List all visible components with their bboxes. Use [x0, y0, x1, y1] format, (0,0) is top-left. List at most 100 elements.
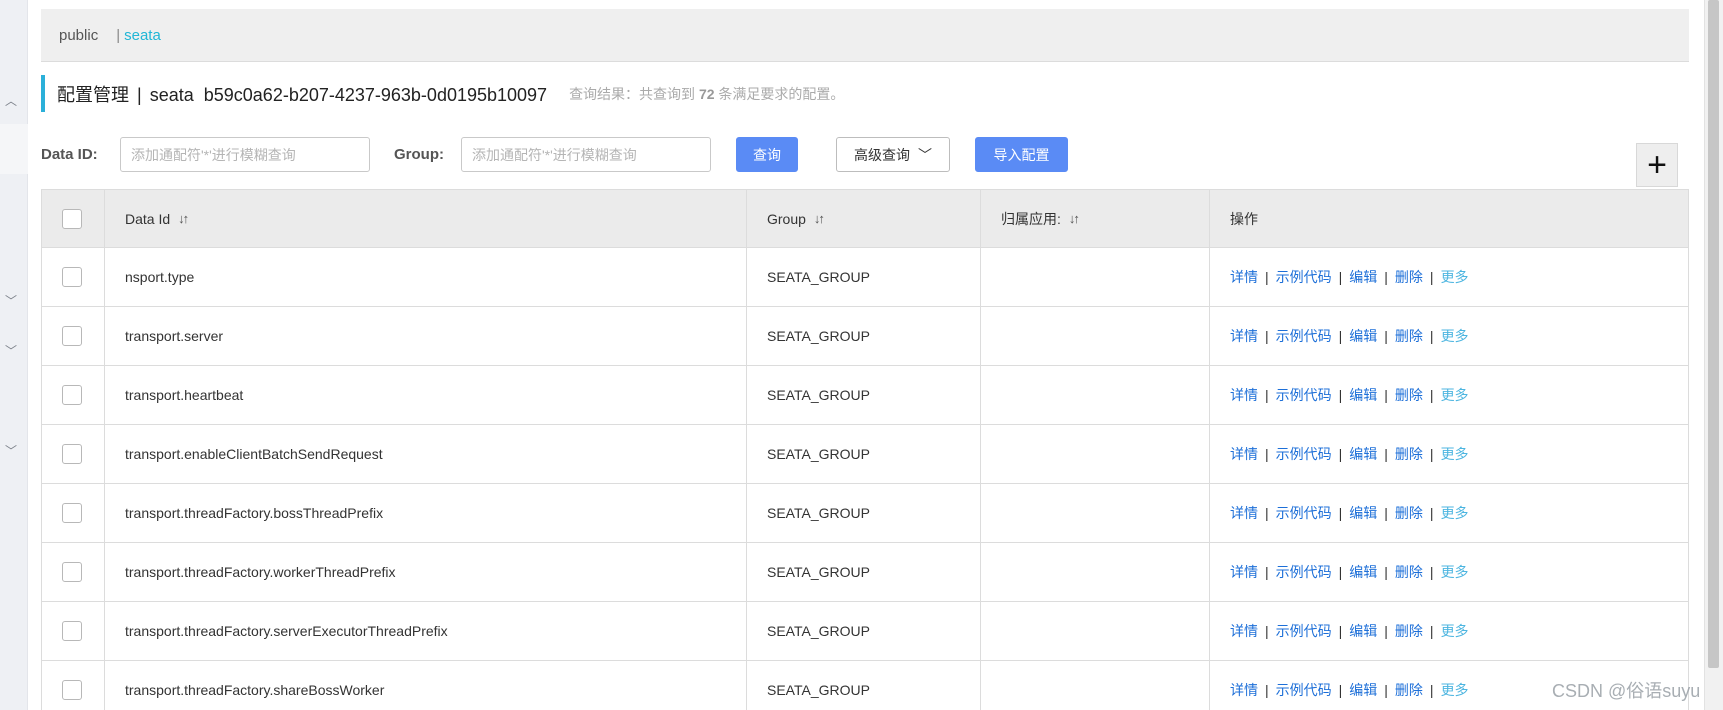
action-separator: | — [1338, 269, 1343, 285]
cell-group: SEATA_GROUP — [747, 543, 981, 601]
more-link[interactable]: 更多 — [1441, 444, 1469, 464]
sample-code-link[interactable]: 示例代码 — [1276, 562, 1332, 582]
row-checkbox[interactable] — [62, 444, 82, 464]
header-select-cell — [42, 190, 105, 247]
edit-link[interactable]: 编辑 — [1349, 385, 1377, 405]
details-link[interactable]: 详情 — [1230, 621, 1258, 641]
header-actions: 操作 — [1210, 190, 1688, 247]
namespace-public[interactable]: public — [59, 27, 98, 44]
advanced-query-label: 高级查询 — [854, 146, 910, 163]
delete-link[interactable]: 删除 — [1395, 267, 1423, 287]
cell-data-id: transport.heartbeat — [105, 366, 747, 424]
data-id-label: Data ID: — [41, 146, 98, 163]
edit-link[interactable]: 编辑 — [1349, 503, 1377, 523]
header-data-id[interactable]: Data Id ↓↑ — [105, 190, 747, 247]
delete-link[interactable]: 删除 — [1395, 680, 1423, 700]
delete-link[interactable]: 删除 — [1395, 503, 1423, 523]
header-actions-label: 操作 — [1230, 210, 1258, 227]
cell-data-id: transport.enableClientBatchSendRequest — [105, 425, 747, 483]
row-checkbox[interactable] — [62, 621, 82, 641]
header-app[interactable]: 归属应用: ↓↑ — [981, 190, 1210, 247]
header-group-label: Group — [767, 210, 806, 227]
row-select-cell — [42, 307, 105, 365]
edit-link[interactable]: 编辑 — [1349, 621, 1377, 641]
search-filters: Data ID: Group: 查询 高级查询 ﹀ 导入配置 — [41, 137, 1701, 173]
header-group[interactable]: Group ↓↑ — [747, 190, 981, 247]
chevron-up-icon[interactable]: ︿ — [4, 93, 18, 108]
query-result-summary: 查询结果：共查询到 72 条满足要求的配置。 — [569, 84, 844, 104]
delete-link[interactable]: 删除 — [1395, 326, 1423, 346]
more-link[interactable]: 更多 — [1441, 267, 1469, 287]
cell-data-id: transport.threadFactory.bossThreadPrefix — [105, 484, 747, 542]
table-row: transport.enableClientBatchSendRequest SE… — [42, 425, 1688, 484]
details-link[interactable]: 详情 — [1230, 385, 1258, 405]
chevron-down-icon[interactable]: ﹀ — [4, 343, 18, 358]
edit-link[interactable]: 编辑 — [1349, 562, 1377, 582]
more-link[interactable]: 更多 — [1441, 385, 1469, 405]
action-separator: | — [1338, 505, 1343, 521]
sample-code-link[interactable]: 示例代码 — [1276, 385, 1332, 405]
sample-code-link[interactable]: 示例代码 — [1276, 503, 1332, 523]
sort-icon[interactable]: ↓↑ — [1069, 211, 1080, 226]
row-checkbox[interactable] — [62, 562, 82, 582]
more-link[interactable]: 更多 — [1441, 621, 1469, 641]
details-link[interactable]: 详情 — [1230, 326, 1258, 346]
more-link[interactable]: 更多 — [1441, 562, 1469, 582]
more-link[interactable]: 更多 — [1441, 326, 1469, 346]
cell-app — [981, 366, 1210, 424]
details-link[interactable]: 详情 — [1230, 562, 1258, 582]
sample-code-link[interactable]: 示例代码 — [1276, 444, 1332, 464]
more-link[interactable]: 更多 — [1441, 503, 1469, 523]
edit-link[interactable]: 编辑 — [1349, 444, 1377, 464]
edit-link[interactable]: 编辑 — [1349, 267, 1377, 287]
namespace-seata[interactable]: seata — [124, 27, 161, 44]
advanced-query-button[interactable]: 高级查询 ﹀ — [836, 137, 950, 172]
row-checkbox[interactable] — [62, 267, 82, 287]
chevron-down-icon[interactable]: ﹀ — [4, 443, 18, 458]
edit-link[interactable]: 编辑 — [1349, 680, 1377, 700]
more-link[interactable]: 更多 — [1441, 680, 1469, 700]
data-id-input[interactable] — [120, 137, 370, 172]
details-link[interactable]: 详情 — [1230, 503, 1258, 523]
cell-actions: 详情 | 示例代码 | 编辑 | 删除 | 更多 — [1210, 366, 1688, 424]
scrollbar-thumb[interactable] — [1708, 0, 1719, 668]
group-input[interactable] — [461, 137, 711, 172]
delete-link[interactable]: 删除 — [1395, 444, 1423, 464]
delete-link[interactable]: 删除 — [1395, 621, 1423, 641]
table-row: transport.threadFactory.serverExecutorTh… — [42, 602, 1688, 661]
row-select-cell — [42, 366, 105, 424]
sample-code-link[interactable]: 示例代码 — [1276, 680, 1332, 700]
sort-icon[interactable]: ↓↑ — [178, 211, 189, 226]
query-button[interactable]: 查询 — [736, 137, 798, 172]
row-checkbox[interactable] — [62, 680, 82, 700]
cell-group: SEATA_GROUP — [747, 661, 981, 710]
select-all-checkbox[interactable] — [62, 208, 82, 229]
action-separator: | — [1429, 328, 1434, 344]
action-separator: | — [1265, 623, 1269, 639]
vertical-scrollbar[interactable] — [1704, 0, 1723, 710]
sort-icon[interactable]: ↓↑ — [814, 211, 825, 226]
sample-code-link[interactable]: 示例代码 — [1276, 326, 1332, 346]
title-namespace: seata — [149, 84, 194, 105]
details-link[interactable]: 详情 — [1230, 267, 1258, 287]
edit-link[interactable]: 编辑 — [1349, 326, 1377, 346]
action-separator: | — [1384, 387, 1388, 403]
delete-link[interactable]: 删除 — [1395, 385, 1423, 405]
sample-code-link[interactable]: 示例代码 — [1276, 267, 1332, 287]
cell-data-id: transport.threadFactory.shareBossWorker — [105, 661, 747, 710]
row-checkbox[interactable] — [62, 503, 82, 523]
row-checkbox[interactable] — [62, 385, 82, 405]
group-label: Group: — [394, 146, 444, 163]
table-row: transport.server SEATA_GROUP 详情 | 示例代码 | 编辑 | 删除… — [42, 307, 1688, 366]
sample-code-link[interactable]: 示例代码 — [1276, 621, 1332, 641]
row-checkbox[interactable] — [62, 326, 82, 346]
result-count: 72 — [698, 85, 715, 102]
details-link[interactable]: 详情 — [1230, 680, 1258, 700]
chevron-down-icon[interactable]: ﹀ — [4, 293, 18, 308]
action-separator: | — [1429, 682, 1434, 698]
add-config-button[interactable]: + — [1636, 143, 1678, 187]
title-pipe: | — [137, 84, 142, 105]
details-link[interactable]: 详情 — [1230, 444, 1258, 464]
delete-link[interactable]: 删除 — [1395, 562, 1423, 582]
import-config-button[interactable]: 导入配置 — [975, 137, 1068, 172]
